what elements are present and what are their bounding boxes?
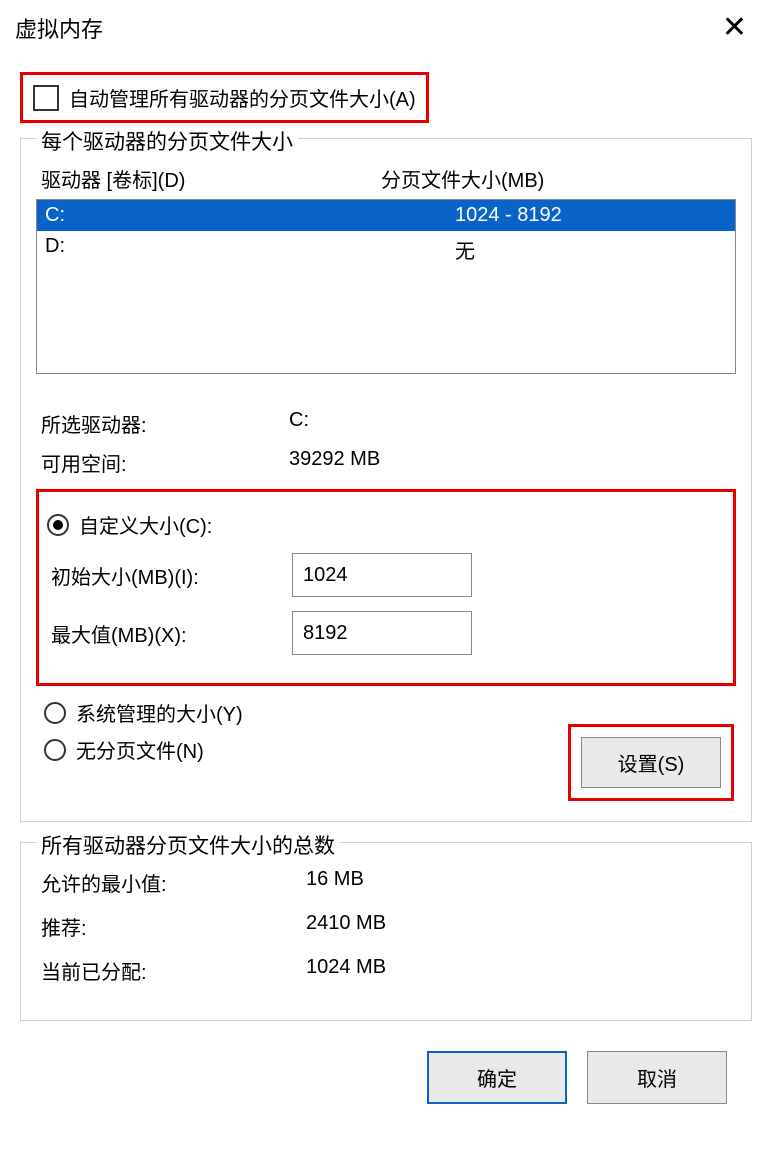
totals-legend: 所有驱动器分页文件大小的总数 (36, 830, 340, 860)
max-size-label: 最大值(MB)(X): (47, 619, 292, 648)
selected-drive-row: 所选驱动器: C: (41, 409, 731, 438)
titlebar: 虚拟内存 ✕ (0, 0, 772, 50)
selected-drive-label: 所选驱动器: (41, 409, 289, 438)
list-drive: D: (45, 235, 455, 264)
list-size: 1024 - 8192 (455, 204, 727, 227)
per-drive-legend: 每个驱动器的分页文件大小 (36, 126, 298, 156)
custom-size-radio-row[interactable]: 自定义大小(C): (47, 510, 725, 539)
custom-size-label: 自定义大小(C): (79, 510, 212, 539)
recommended-value: 2410 MB (306, 912, 386, 941)
dialog-title: 虚拟内存 (15, 12, 103, 44)
free-space-label: 可用空间: (41, 448, 289, 477)
system-managed-radio[interactable] (44, 702, 66, 724)
custom-size-radio[interactable] (47, 514, 69, 536)
recommended-row: 推荐: 2410 MB (41, 912, 731, 941)
auto-manage-row[interactable]: 自动管理所有驱动器的分页文件大小(A) (20, 72, 429, 123)
auto-manage-checkbox[interactable] (33, 85, 59, 111)
per-drive-fieldset: 每个驱动器的分页文件大小 驱动器 [卷标](D) 分页文件大小(MB) C: 1… (20, 138, 752, 822)
dialog-buttons: 确定 取消 (20, 1041, 752, 1104)
current-alloc-row: 当前已分配: 1024 MB (41, 956, 731, 985)
free-space-row: 可用空间: 39292 MB (41, 448, 731, 477)
list-drive: C: (45, 204, 455, 227)
current-alloc-value: 1024 MB (306, 956, 386, 985)
custom-size-area: 自定义大小(C): 初始大小(MB)(I): 最大值(MB)(X): (36, 489, 736, 686)
free-space-value: 39292 MB (289, 448, 731, 477)
initial-size-label: 初始大小(MB)(I): (47, 561, 292, 590)
cancel-button[interactable]: 取消 (587, 1051, 727, 1104)
recommended-label: 推荐: (41, 912, 306, 941)
col-size-header: 分页文件大小(MB) (381, 164, 731, 193)
list-item[interactable]: D: 无 (37, 231, 735, 268)
totals-fieldset: 所有驱动器分页文件大小的总数 允许的最小值: 16 MB 推荐: 2410 MB… (20, 842, 752, 1021)
system-managed-radio-row[interactable]: 系统管理的大小(Y) (44, 698, 728, 727)
initial-size-input[interactable] (292, 553, 472, 597)
current-alloc-label: 当前已分配: (41, 956, 306, 985)
list-item[interactable]: C: 1024 - 8192 (37, 200, 735, 231)
set-button[interactable]: 设置(S) (581, 737, 721, 788)
close-icon[interactable]: ✕ (712, 13, 757, 43)
min-allowed-value: 16 MB (306, 868, 364, 897)
max-size-input[interactable] (292, 611, 472, 655)
initial-size-row: 初始大小(MB)(I): (47, 553, 725, 597)
drive-list-headers: 驱动器 [卷标](D) 分页文件大小(MB) (36, 164, 736, 199)
drive-listbox[interactable]: C: 1024 - 8192 D: 无 (36, 199, 736, 374)
max-size-row: 最大值(MB)(X): (47, 611, 725, 655)
list-size: 无 (455, 235, 727, 264)
set-button-wrap: 设置(S) (568, 724, 734, 801)
min-allowed-label: 允许的最小值: (41, 868, 306, 897)
no-paging-radio[interactable] (44, 739, 66, 761)
no-paging-label: 无分页文件(N) (76, 735, 204, 764)
auto-manage-label: 自动管理所有驱动器的分页文件大小(A) (69, 83, 416, 112)
min-allowed-row: 允许的最小值: 16 MB (41, 868, 731, 897)
col-drive-header: 驱动器 [卷标](D) (41, 164, 381, 193)
ok-button[interactable]: 确定 (427, 1051, 567, 1104)
selected-drive-value: C: (289, 409, 731, 438)
system-managed-label: 系统管理的大小(Y) (76, 698, 243, 727)
